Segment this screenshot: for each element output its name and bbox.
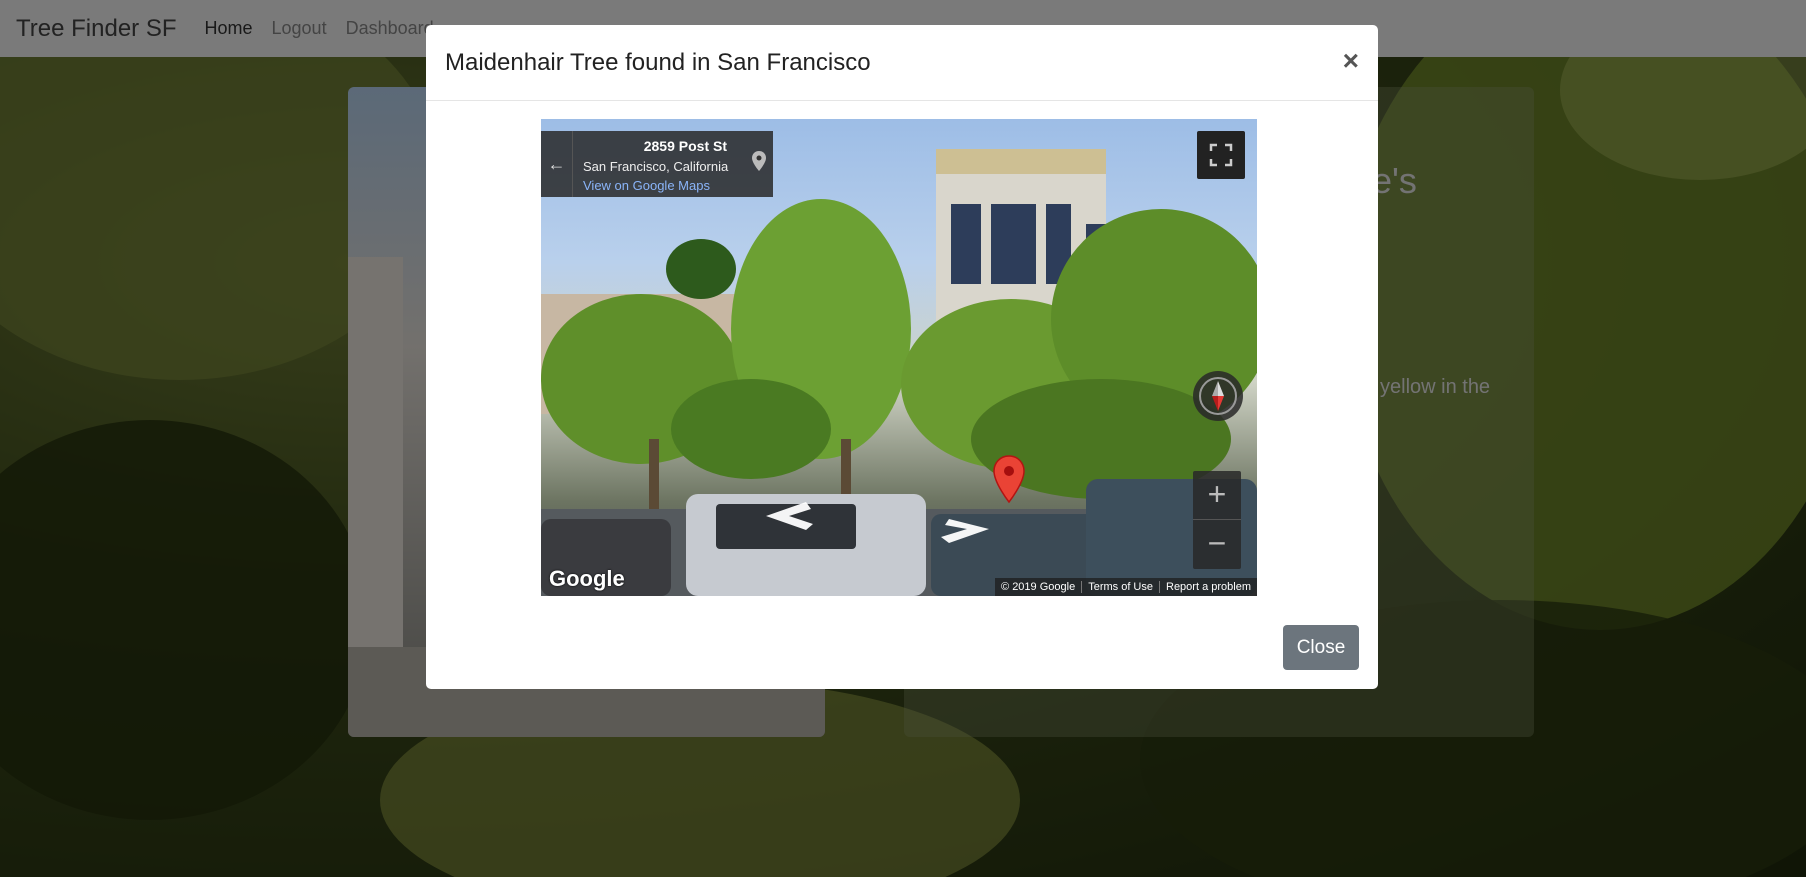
fullscreen-button[interactable]	[1197, 131, 1245, 179]
tree-modal: Maidenhair Tree found in San Francisco ×	[426, 25, 1378, 689]
fullscreen-icon	[1209, 143, 1233, 167]
modal-header: Maidenhair Tree found in San Francisco ×	[426, 25, 1378, 101]
zoom-out-button[interactable]: −	[1193, 520, 1241, 569]
street-address: 2859 Post St	[643, 138, 727, 154]
google-logo: Google	[549, 566, 625, 591]
street-view-info-panel: ← 2859 Post St San Francisco, California…	[541, 131, 773, 197]
close-icon[interactable]: ×	[1343, 46, 1359, 75]
view-on-google-maps-link[interactable]: View on Google Maps	[583, 178, 710, 193]
close-button[interactable]: Close	[1283, 625, 1359, 670]
location-pin-icon[interactable]	[752, 151, 766, 171]
zoom-in-button[interactable]: +	[1193, 471, 1241, 520]
zoom-control: + −	[1193, 471, 1241, 569]
street-view-footer: © 2019 Google Terms of Use Report a prob…	[995, 578, 1257, 596]
street-city: San Francisco, California	[583, 159, 729, 174]
street-view-panorama[interactable]: ← 2859 Post St San Francisco, California…	[541, 119, 1257, 596]
compass-icon	[1199, 377, 1237, 415]
compass-button[interactable]	[1193, 371, 1243, 421]
report-problem-link[interactable]: Report a problem	[1159, 581, 1257, 593]
copyright-text: © 2019 Google	[1001, 581, 1076, 593]
modal-title: Maidenhair Tree found in San Francisco	[445, 48, 871, 76]
terms-of-use-link[interactable]: Terms of Use	[1081, 581, 1159, 593]
map-marker-icon[interactable]	[992, 454, 1026, 504]
